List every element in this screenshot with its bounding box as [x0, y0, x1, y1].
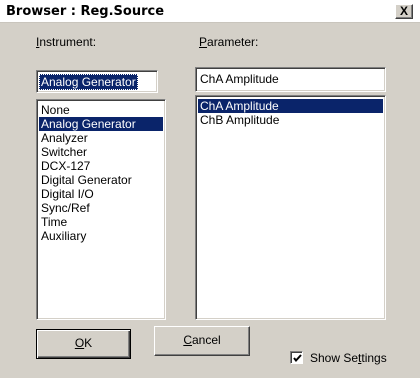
- close-button[interactable]: X: [395, 4, 413, 19]
- ok-button-label: OK: [74, 336, 93, 350]
- show-settings-checkbox[interactable]: [290, 351, 303, 364]
- instrument-list-item[interactable]: Sync/Ref: [39, 201, 163, 215]
- close-icon: X: [399, 4, 408, 18]
- instrument-field[interactable]: Analog Generator: [36, 70, 158, 93]
- cancel-button-label: Cancel: [183, 333, 221, 347]
- show-settings-label[interactable]: Show Settings: [310, 351, 387, 365]
- cancel-button[interactable]: Cancel: [154, 326, 250, 356]
- parameter-list[interactable]: ChA Amplitude ChB Amplitude: [195, 95, 386, 320]
- instrument-list-item[interactable]: Digital I/O: [39, 187, 163, 201]
- parameter-list-item[interactable]: ChB Amplitude: [198, 113, 383, 127]
- parameter-list-item[interactable]: ChA Amplitude: [198, 99, 383, 113]
- window-title: Browser : Reg.Source: [6, 4, 165, 19]
- instrument-label: Instrument:: [36, 35, 97, 49]
- parameter-field-value: ChA Amplitude: [200, 72, 279, 86]
- checkmark-icon: [293, 354, 302, 363]
- parameter-label: Parameter:: [199, 35, 259, 49]
- instrument-list-item[interactable]: DCX-127: [39, 159, 163, 173]
- ok-button[interactable]: OK: [36, 329, 131, 359]
- instrument-list-item[interactable]: Switcher: [39, 145, 163, 159]
- instrument-list-item[interactable]: Auxiliary: [39, 229, 163, 243]
- instrument-list-item[interactable]: None: [39, 103, 163, 117]
- instrument-list-item[interactable]: Analog Generator: [39, 117, 163, 131]
- parameter-field[interactable]: ChA Amplitude: [195, 67, 386, 92]
- title-bar[interactable]: Browser : Reg.Source X: [0, 0, 420, 23]
- instrument-list-item[interactable]: Digital Generator: [39, 173, 163, 187]
- instrument-list[interactable]: None Analog Generator Analyzer Switcher DCX-…: [36, 99, 166, 320]
- instrument-field-value: Analog Generator: [39, 74, 138, 90]
- instrument-list-item[interactable]: Time: [39, 215, 163, 229]
- instrument-list-item[interactable]: Analyzer: [39, 131, 163, 145]
